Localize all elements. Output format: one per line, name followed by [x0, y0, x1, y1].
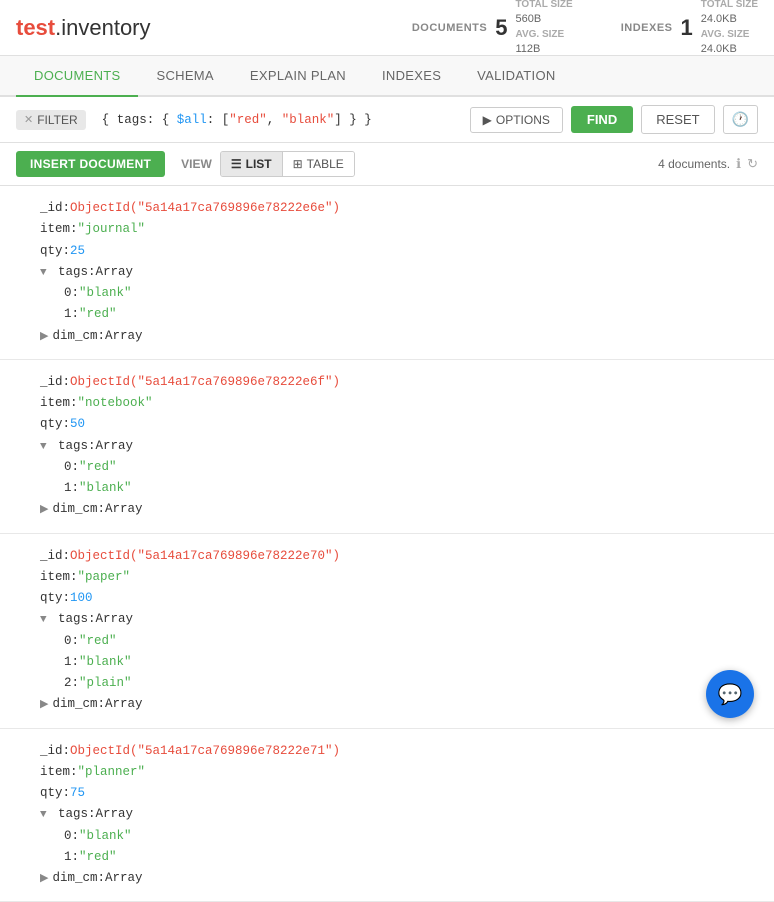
refresh-icon[interactable]: ↻: [747, 156, 758, 172]
indexes-count: 1: [681, 15, 693, 41]
chat-bubble[interactable]: 💬: [706, 670, 754, 718]
doc-count: 4 documents. ℹ ↻: [658, 156, 758, 172]
filter-badge[interactable]: ✕ FILTER: [16, 110, 86, 130]
tags-item-0: 0: "red": [40, 631, 758, 652]
insert-document-button[interactable]: INSERT DOCUMENT: [16, 151, 165, 177]
tab-indexes[interactable]: INDEXES: [364, 56, 459, 97]
filter-label: FILTER: [37, 113, 77, 127]
field-id: _id: ObjectId("5a14a17ca769896e78222e6e"…: [40, 198, 758, 219]
avg-size-docs-val: 112B: [515, 42, 572, 57]
total-size-docs-label: TOTAL SIZE: [515, 0, 572, 12]
field-tags: ▼ tags: Array: [40, 436, 758, 457]
table-row: _id: ObjectId("5a14a17ca769896e78222e71"…: [0, 729, 774, 902]
documents-list: _id: ObjectId("5a14a17ca769896e78222e6e"…: [0, 186, 774, 902]
table-label: TABLE: [307, 157, 344, 171]
history-button[interactable]: 🕐: [723, 105, 758, 134]
filter-toolbar: ✕ FILTER { tags: { $all: ["red", "blank"…: [0, 97, 774, 143]
field-qty: qty: 25: [40, 241, 758, 262]
clock-icon: 🕐: [732, 111, 749, 127]
indexes-stat: INDEXES 1 TOTAL SIZE 24.0KB AVG. SIZE 24…: [621, 0, 758, 57]
tags-item-0: 0: "blank": [40, 826, 758, 847]
field-dim-cm: ▶ dim_cm: Array: [40, 326, 758, 347]
tab-documents[interactable]: DOCUMENTS: [16, 56, 138, 97]
field-tags: ▼ tags: Array: [40, 262, 758, 283]
field-item: item: "paper": [40, 567, 758, 588]
tags-item-1: 1: "blank": [40, 652, 758, 673]
expand-toggle[interactable]: ▶: [40, 870, 48, 889]
documents-count: 5: [495, 15, 507, 41]
reset-button[interactable]: RESET: [641, 105, 714, 134]
collapse-toggle[interactable]: ▼: [40, 438, 54, 457]
collapse-toggle[interactable]: ▼: [40, 611, 54, 630]
chat-icon: 💬: [718, 682, 743, 707]
documents-label: DOCUMENTS: [412, 22, 487, 34]
action-bar: INSERT DOCUMENT VIEW ☰ LIST ⊞ TABLE 4 do…: [0, 143, 774, 186]
header-stats: DOCUMENTS 5 TOTAL SIZE 560B AVG. SIZE 11…: [412, 0, 758, 57]
filter-x[interactable]: ✕: [24, 113, 33, 126]
documents-info: TOTAL SIZE 560B AVG. SIZE 112B: [515, 0, 572, 57]
doc-count-text: 4 documents.: [658, 157, 730, 171]
table-view-button[interactable]: ⊞ TABLE: [283, 152, 354, 176]
list-icon: ☰: [231, 157, 242, 171]
arrow-icon: ▶: [483, 113, 492, 127]
field-tags: ▼ tags: Array: [40, 609, 758, 630]
table-row: _id: ObjectId("5a14a17ca769896e78222e6e"…: [0, 186, 774, 360]
field-item: item: "planner": [40, 762, 758, 783]
title-rest: .inventory: [55, 15, 150, 40]
app-header: test.inventory DOCUMENTS 5 TOTAL SIZE 56…: [0, 0, 774, 56]
field-dim-cm: ▶ dim_cm: Array: [40, 499, 758, 520]
list-label: LIST: [246, 157, 272, 171]
view-label: VIEW: [181, 157, 212, 171]
tags-item-2: 2: "plain": [40, 673, 758, 694]
field-item: item: "notebook": [40, 393, 758, 414]
options-button[interactable]: ▶ OPTIONS: [470, 107, 563, 133]
total-size-idx-val: 24.0KB: [701, 12, 758, 27]
expand-toggle[interactable]: ▶: [40, 696, 48, 715]
avg-size-idx-val: 24.0KB: [701, 42, 758, 57]
avg-size-docs-label: AVG. SIZE: [515, 28, 572, 42]
tags-item-1: 1: "blank": [40, 478, 758, 499]
total-size-docs-val: 560B: [515, 12, 572, 27]
tags-item-0: 0: "red": [40, 457, 758, 478]
field-qty: qty: 75: [40, 783, 758, 804]
title-highlight: test: [16, 15, 55, 40]
field-id: _id: ObjectId("5a14a17ca769896e78222e71"…: [40, 741, 758, 762]
tags-item-1: 1: "red": [40, 304, 758, 325]
info-icon[interactable]: ℹ: [736, 156, 741, 172]
indexes-info: TOTAL SIZE 24.0KB AVG. SIZE 24.0KB: [701, 0, 758, 57]
list-view-button[interactable]: ☰ LIST: [221, 152, 283, 176]
table-row: _id: ObjectId("5a14a17ca769896e78222e6f"…: [0, 360, 774, 534]
options-label: OPTIONS: [496, 113, 550, 127]
tab-schema[interactable]: SCHEMA: [138, 56, 231, 97]
tab-bar: DOCUMENTS SCHEMA EXPLAIN PLAN INDEXES VA…: [0, 56, 774, 97]
avg-size-idx-label: AVG. SIZE: [701, 28, 758, 42]
indexes-label: INDEXES: [621, 22, 673, 34]
field-item: item: "journal": [40, 219, 758, 240]
field-qty: qty: 50: [40, 414, 758, 435]
total-size-idx-label: TOTAL SIZE: [701, 0, 758, 12]
field-dim-cm: ▶ dim_cm: Array: [40, 694, 758, 715]
filter-query[interactable]: { tags: { $all: ["red", "blank"] } }: [94, 109, 462, 131]
tab-explain[interactable]: EXPLAIN PLAN: [232, 56, 364, 97]
expand-toggle[interactable]: ▶: [40, 328, 48, 347]
documents-stat: DOCUMENTS 5 TOTAL SIZE 560B AVG. SIZE 11…: [412, 0, 573, 57]
filter-query-text: { tags: { $all: ["red", "blank"] } }: [102, 113, 372, 127]
app-title: test.inventory: [16, 15, 412, 41]
field-id: _id: ObjectId("5a14a17ca769896e78222e70"…: [40, 546, 758, 567]
tags-item-1: 1: "red": [40, 847, 758, 868]
field-id: _id: ObjectId("5a14a17ca769896e78222e6f"…: [40, 372, 758, 393]
tags-item-0: 0: "blank": [40, 283, 758, 304]
field-tags: ▼ tags: Array: [40, 804, 758, 825]
field-dim-cm: ▶ dim_cm: Array: [40, 868, 758, 889]
table-row: _id: ObjectId("5a14a17ca769896e78222e70"…: [0, 534, 774, 729]
view-toggle: ☰ LIST ⊞ TABLE: [220, 151, 355, 177]
expand-toggle[interactable]: ▶: [40, 501, 48, 520]
collapse-toggle[interactable]: ▼: [40, 806, 54, 825]
collapse-toggle[interactable]: ▼: [40, 264, 54, 283]
tab-validation[interactable]: VALIDATION: [459, 56, 573, 97]
find-button[interactable]: FIND: [571, 106, 633, 133]
table-icon: ⊞: [293, 157, 303, 171]
field-qty: qty: 100: [40, 588, 758, 609]
